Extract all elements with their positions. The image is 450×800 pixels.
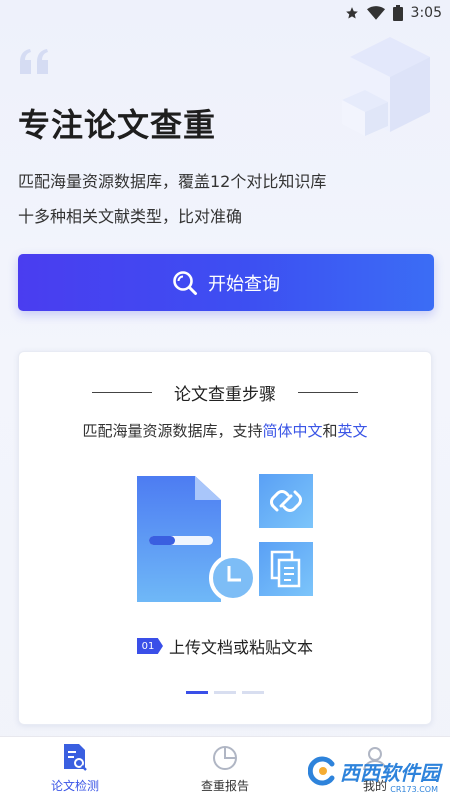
pager-dot-1[interactable] [186,691,208,694]
desc-highlight-english: 英文 [337,422,368,440]
watermark-sub: CR173.COM [390,785,438,794]
start-query-button[interactable]: 开始查询 [18,254,434,311]
pager-indicator[interactable] [19,691,431,694]
desc-prefix: 匹配海量资源数据库，支持 [82,422,263,440]
card-title: 论文查重步骤 [174,385,276,405]
step-row: 01 上传文档或粘贴文本 [19,634,431,658]
nav-item-report[interactable]: 查重报告 [150,737,300,800]
nav-label-report: 查重报告 [200,779,249,793]
watermark-c-icon [308,756,335,786]
document-search-icon [64,744,87,771]
subtitle-line-1: 匹配海量资源数据库，覆盖12个对比知识库 [18,172,327,191]
pie-chart-icon [213,746,237,770]
star-icon [345,7,358,19]
card-header: 论文查重步骤 [19,380,431,405]
nav-label-paper-check: 论文检测 [50,779,99,793]
quote-icon [20,49,48,74]
step-number-badge: 01 [136,638,163,654]
nav-item-paper-check[interactable]: 论文检测 [0,737,150,800]
desc-mid: 和 [322,422,338,440]
start-query-label: 开始查询 [208,273,280,295]
clock-icon [209,554,257,602]
pager-dot-2[interactable] [214,691,236,694]
step-text: 上传文档或粘贴文本 [168,638,313,657]
watermark-text: 西西软件园 [340,760,440,785]
divider-left [92,392,152,393]
upload-illustration [137,474,313,602]
status-time: 3:05 [410,5,442,21]
card-description: 匹配海量资源数据库，支持简体中文和英文 [19,420,431,441]
subtitle-line-2: 十多种相关文献类型，比对准确 [18,207,243,226]
divider-right [298,392,358,393]
battery-icon [392,5,403,21]
cube-illustration [342,37,430,136]
watermark-logo: 西西软件园 CR173.COM [308,756,440,794]
status-bar: 3:05 [0,0,450,26]
page-title: 专注论文查重 [18,106,217,144]
wifi-icon [366,6,385,20]
pager-dot-3[interactable] [242,691,264,694]
steps-card: 论文查重步骤 匹配海量资源数据库，支持简体中文和英文 01 上传文档或粘贴文本 [18,351,432,725]
search-icon [173,270,197,295]
desc-highlight-chinese: 简体中文 [262,422,323,440]
